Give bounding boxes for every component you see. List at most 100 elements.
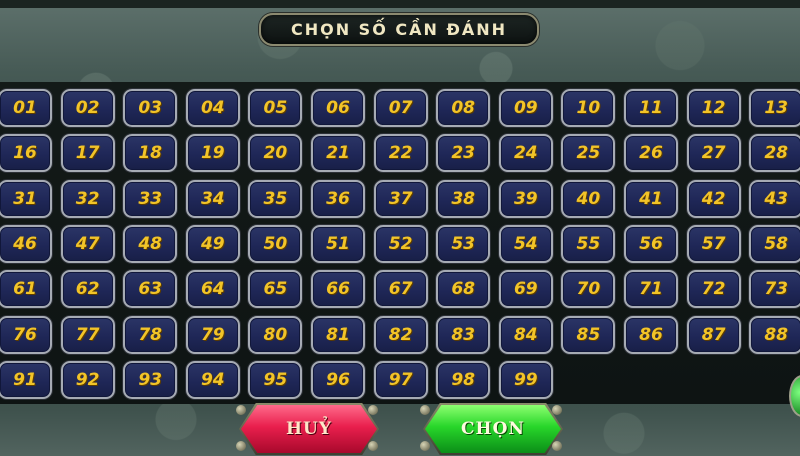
- number-cell[interactable]: 50: [248, 224, 303, 263]
- number-cell[interactable]: 34: [185, 179, 240, 218]
- number-cell[interactable]: 73: [749, 270, 800, 309]
- number-cell[interactable]: 61: [0, 270, 52, 309]
- number-cell[interactable]: 25: [561, 134, 616, 173]
- number-cell[interactable]: 51: [311, 224, 365, 263]
- number-cell[interactable]: 16: [0, 134, 52, 173]
- number-cell[interactable]: 01: [0, 89, 52, 127]
- number-cell[interactable]: 79: [185, 315, 240, 354]
- number-cell[interactable]: 22: [373, 134, 428, 173]
- number-cell[interactable]: 77: [60, 315, 115, 354]
- number-cell[interactable]: 98: [436, 360, 491, 399]
- number-cell[interactable]: 43: [749, 179, 800, 218]
- number-cell[interactable]: 48: [123, 224, 178, 263]
- number-cell[interactable]: 63: [123, 270, 178, 309]
- number-cell[interactable]: 66: [311, 270, 365, 309]
- number-cell[interactable]: 82: [373, 315, 428, 354]
- number-cell[interactable]: 64: [185, 270, 240, 309]
- number-cell[interactable]: 65: [248, 270, 303, 309]
- choose-button[interactable]: CHỌN: [425, 405, 561, 453]
- number-cell[interactable]: 08: [436, 89, 491, 127]
- number-cell[interactable]: 19: [185, 134, 240, 173]
- number-cell[interactable]: 32: [60, 179, 115, 218]
- number-cell[interactable]: 62: [60, 270, 115, 309]
- number-cell[interactable]: 18: [123, 134, 178, 173]
- number-cell[interactable]: 99: [498, 360, 553, 399]
- number-cell[interactable]: 13: [749, 89, 800, 127]
- number-cell[interactable]: 06: [311, 89, 365, 127]
- number-cell[interactable]: 95: [248, 360, 303, 399]
- number-cell[interactable]: 67: [373, 270, 428, 309]
- number-cell[interactable]: 54: [498, 224, 553, 263]
- number-cell[interactable]: 41: [624, 179, 678, 218]
- number-cell[interactable]: 09: [498, 89, 553, 127]
- number-cell[interactable]: 91: [0, 360, 52, 399]
- number-cell[interactable]: 02: [60, 89, 115, 127]
- bolt-icon: [420, 405, 430, 415]
- number-cell[interactable]: 58: [749, 224, 800, 263]
- number-cell[interactable]: 10: [561, 89, 616, 127]
- number-cell[interactable]: 69: [498, 270, 553, 309]
- number-cell[interactable]: 04: [185, 89, 240, 127]
- cancel-button[interactable]: HUỶ: [241, 405, 377, 453]
- number-cell[interactable]: 28: [749, 134, 800, 173]
- bolt-icon: [236, 441, 246, 451]
- number-cell[interactable]: 24: [498, 134, 553, 173]
- number-cell[interactable]: 37: [373, 179, 428, 218]
- number-cell[interactable]: 49: [185, 224, 240, 263]
- number-cell[interactable]: 20: [248, 134, 303, 173]
- bolt-icon: [368, 405, 378, 415]
- number-cell[interactable]: 31: [0, 179, 52, 218]
- number-cell[interactable]: 21: [311, 134, 365, 173]
- number-cell[interactable]: 11: [624, 89, 678, 127]
- bolt-icon: [368, 441, 378, 451]
- number-cell[interactable]: 68: [436, 270, 491, 309]
- number-cell[interactable]: 12: [686, 89, 741, 127]
- number-cell[interactable]: 97: [373, 360, 428, 399]
- number-cell[interactable]: 40: [561, 179, 616, 218]
- number-cell[interactable]: 94: [185, 360, 240, 399]
- number-cell[interactable]: 80: [248, 315, 303, 354]
- number-cell[interactable]: 03: [123, 89, 178, 127]
- number-cell[interactable]: 86: [624, 315, 678, 354]
- number-cell[interactable]: 87: [686, 315, 741, 354]
- number-cell[interactable]: 76: [0, 315, 52, 354]
- number-cell[interactable]: 38: [436, 179, 491, 218]
- number-cell[interactable]: 23: [436, 134, 491, 173]
- title-plate: CHỌN SỐ CẦN ĐÁNH: [259, 13, 539, 46]
- page-title: CHỌN SỐ CẦN ĐÁNH: [290, 20, 508, 39]
- number-cell[interactable]: 57: [686, 224, 741, 263]
- number-cell[interactable]: 70: [561, 270, 616, 309]
- number-cell[interactable]: 52: [373, 224, 428, 263]
- number-cell[interactable]: 39: [498, 179, 553, 218]
- number-cell[interactable]: 53: [436, 224, 491, 263]
- number-cell[interactable]: 26: [624, 134, 678, 173]
- bolt-icon: [420, 441, 430, 451]
- number-cell[interactable]: 42: [686, 179, 741, 218]
- number-cell[interactable]: 27: [686, 134, 741, 173]
- number-cell[interactable]: 17: [60, 134, 115, 173]
- number-cell[interactable]: 36: [311, 179, 365, 218]
- number-cell[interactable]: 84: [498, 315, 553, 354]
- number-cell[interactable]: 93: [123, 360, 178, 399]
- number-cell[interactable]: 88: [749, 315, 800, 354]
- number-cell[interactable]: 85: [561, 315, 616, 354]
- number-cell[interactable]: 81: [311, 315, 365, 354]
- bolt-icon: [236, 405, 246, 415]
- number-cell[interactable]: 05: [248, 89, 303, 127]
- number-cell[interactable]: 47: [60, 224, 115, 263]
- number-cell[interactable]: 33: [123, 179, 178, 218]
- number-cell[interactable]: 35: [248, 179, 303, 218]
- bolt-icon: [552, 441, 562, 451]
- number-cell[interactable]: 92: [60, 360, 115, 399]
- number-cell[interactable]: 56: [624, 224, 678, 263]
- number-cell[interactable]: 55: [561, 224, 616, 263]
- number-cell[interactable]: 96: [311, 360, 365, 399]
- number-cell[interactable]: 72: [686, 270, 741, 309]
- number-cell[interactable]: 83: [436, 315, 491, 354]
- number-cell[interactable]: 07: [373, 89, 428, 127]
- number-cell[interactable]: 46: [0, 224, 52, 263]
- bolt-icon: [552, 405, 562, 415]
- number-cell[interactable]: 71: [624, 270, 678, 309]
- top-edge-bar: [0, 0, 800, 8]
- number-cell[interactable]: 78: [123, 315, 178, 354]
